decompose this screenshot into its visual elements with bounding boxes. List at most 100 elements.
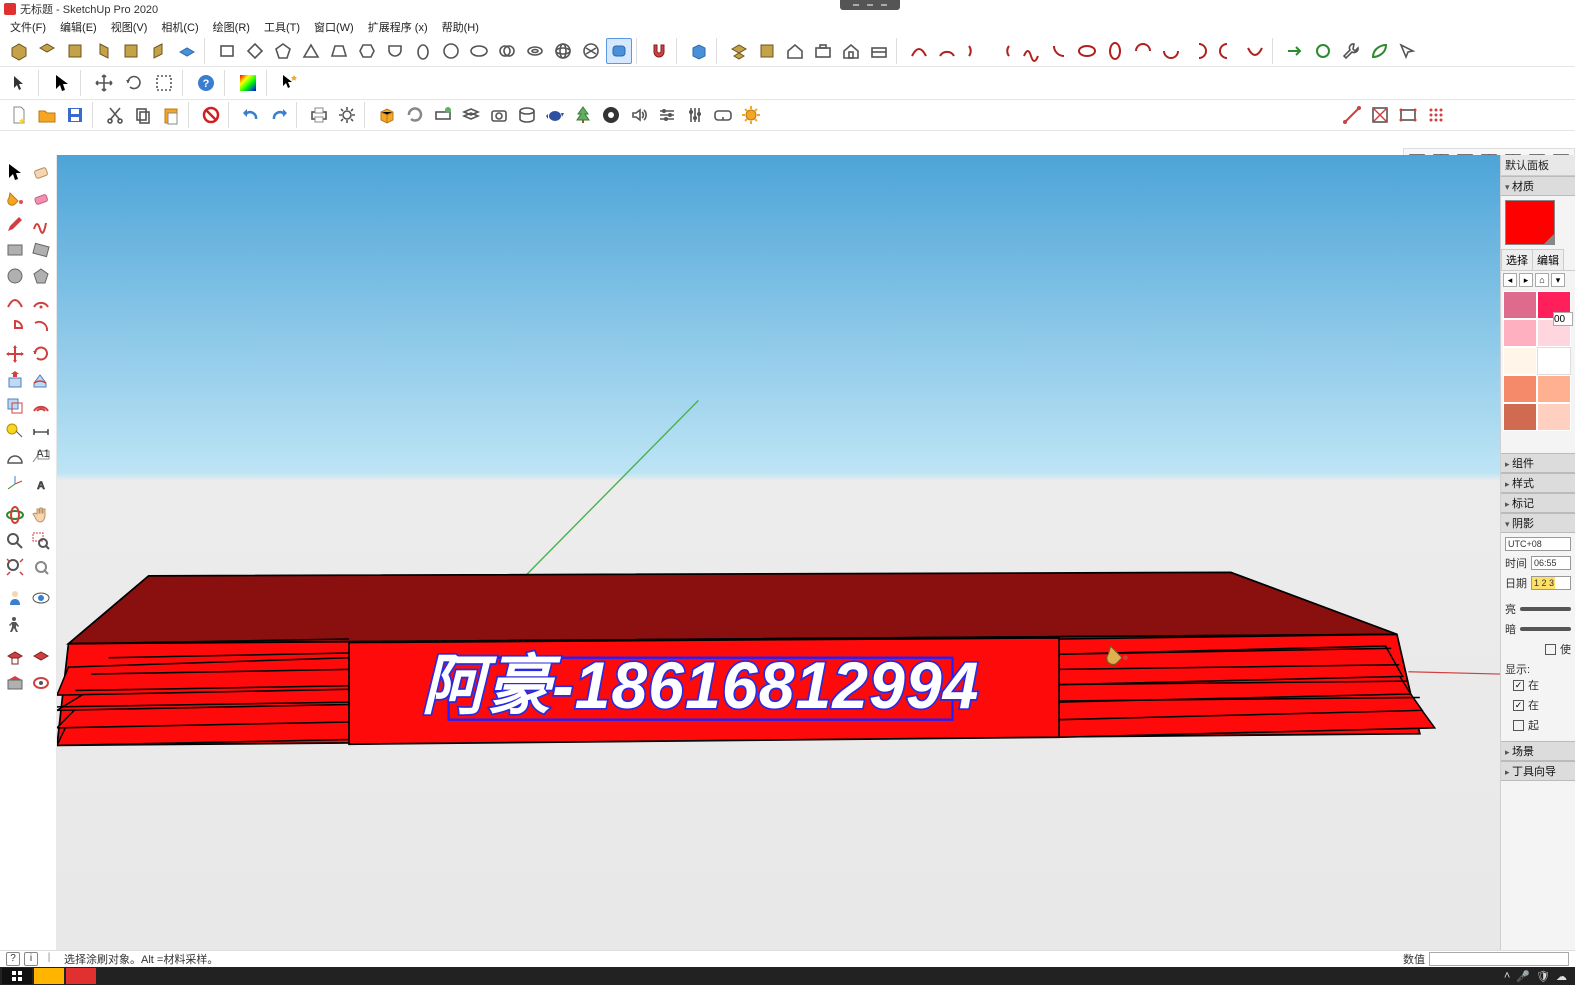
section-shadow[interactable]: 阴影 [1501, 513, 1575, 533]
zoom-icon[interactable] [2, 528, 27, 553]
tray-cloud-icon[interactable]: ☁ [1556, 970, 1567, 983]
teapot-icon[interactable] [542, 102, 568, 128]
shape-diamond-icon[interactable] [242, 38, 268, 64]
shape-torus-icon[interactable] [522, 38, 548, 64]
pencil-icon[interactable] [2, 211, 27, 236]
shape-hexagon-icon[interactable] [354, 38, 380, 64]
tree-icon[interactable] [570, 102, 596, 128]
leaf-icon[interactable] [1366, 38, 1392, 64]
arc8-icon[interactable] [1158, 38, 1184, 64]
zoom-prev-icon[interactable] [28, 554, 53, 579]
shadow-light-slider[interactable] [1520, 607, 1571, 611]
save-icon[interactable] [62, 102, 88, 128]
nav-back-icon[interactable]: ◂ [1503, 273, 1517, 287]
walk-icon[interactable] [2, 611, 27, 636]
3dtext-icon[interactable]: A [28, 471, 53, 496]
fill-icon[interactable] [754, 38, 780, 64]
circle-tool-icon[interactable] [2, 263, 27, 288]
shape-cup-icon[interactable] [382, 38, 408, 64]
arc3-tool-icon[interactable] [28, 315, 53, 340]
nav-fwd-icon[interactable]: ▸ [1519, 273, 1533, 287]
cb-use-sun[interactable] [1545, 644, 1556, 655]
cb-on-face[interactable] [1513, 680, 1524, 691]
shape-triangle-icon[interactable] [298, 38, 324, 64]
view-right-icon[interactable] [90, 38, 116, 64]
arc9-icon[interactable] [1186, 38, 1212, 64]
swatch[interactable] [1503, 347, 1537, 375]
rotate-tool-icon[interactable] [28, 341, 53, 366]
tray-chevron-icon[interactable]: ˄ [1504, 970, 1510, 982]
section-cut-icon[interactable] [2, 670, 27, 695]
redo-icon[interactable] [266, 102, 292, 128]
section-tag[interactable]: 标记 [1501, 493, 1575, 513]
refresh-icon[interactable] [402, 102, 428, 128]
disk-icon[interactable] [514, 102, 540, 128]
briefcase-icon[interactable] [810, 38, 836, 64]
arc-tool-icon[interactable] [2, 289, 27, 314]
view-left-icon[interactable] [146, 38, 172, 64]
start-button[interactable] [2, 968, 32, 984]
material-code-input[interactable] [1553, 312, 1573, 326]
sel-region-icon[interactable] [150, 69, 178, 97]
pie-tool-icon[interactable] [2, 315, 27, 340]
rotate-icon[interactable] [120, 69, 148, 97]
copy-icon[interactable] [130, 102, 156, 128]
section-display-icon[interactable] [28, 644, 53, 669]
window-controls[interactable] [840, 0, 900, 10]
section-icon[interactable] [2, 644, 27, 669]
render-print-icon[interactable] [430, 102, 456, 128]
swatch[interactable] [1537, 375, 1571, 403]
magnet-icon[interactable] [646, 38, 672, 64]
sliders-v-icon[interactable] [682, 102, 708, 128]
sound-icon[interactable] [626, 102, 652, 128]
sun-icon[interactable] [738, 102, 764, 128]
cb-on-ground[interactable] [1513, 700, 1524, 711]
section-fill-icon[interactable] [28, 670, 53, 695]
shadow-tz[interactable]: UTC+08 [1505, 537, 1571, 551]
taskbar-explorer-icon[interactable] [34, 968, 64, 984]
menu-window[interactable]: 窗口(W) [308, 18, 360, 36]
offset-tool-icon[interactable] [28, 393, 53, 418]
house2-icon[interactable] [838, 38, 864, 64]
swatch[interactable] [1503, 319, 1537, 347]
select-tool-icon[interactable] [2, 159, 27, 184]
pick-icon[interactable] [1394, 38, 1420, 64]
swatch[interactable] [1503, 403, 1537, 431]
delete-icon[interactable] [198, 102, 224, 128]
section-style[interactable]: 样式 [1501, 473, 1575, 493]
rect-tool-icon[interactable] [2, 237, 27, 262]
view-top-icon[interactable] [34, 38, 60, 64]
vr-icon[interactable] [710, 102, 736, 128]
new-file-icon[interactable] [6, 102, 32, 128]
menu-file[interactable]: 文件(F) [4, 18, 52, 36]
shape-ellipse-icon[interactable] [466, 38, 492, 64]
arc2-tool-icon[interactable] [28, 289, 53, 314]
shadow-dark-slider[interactable] [1520, 627, 1571, 631]
menu-extensions[interactable]: 扩展程序 (x) [362, 18, 434, 36]
sliders-h-icon[interactable] [654, 102, 680, 128]
cursor-star-icon[interactable] [276, 69, 304, 97]
arc11-icon[interactable] [1242, 38, 1268, 64]
line-diag-icon[interactable] [1339, 102, 1365, 128]
swatch[interactable] [1503, 291, 1537, 319]
arc3-icon[interactable] [962, 38, 988, 64]
camera-icon[interactable] [486, 102, 512, 128]
wrench-icon[interactable] [1338, 38, 1364, 64]
arc6-icon[interactable] [1046, 38, 1072, 64]
ring-icon[interactable] [1310, 38, 1336, 64]
eraser-icon[interactable] [28, 185, 53, 210]
oval2-icon[interactable] [1102, 38, 1128, 64]
select-small-icon[interactable] [6, 69, 34, 97]
menu-camera[interactable]: 相机(C) [155, 18, 204, 36]
pushpull-icon[interactable] [2, 367, 27, 392]
status-value-input[interactable] [1429, 952, 1569, 966]
house-icon[interactable] [782, 38, 808, 64]
swatch[interactable] [1537, 403, 1571, 431]
taskbar-sketchup-icon[interactable] [66, 968, 96, 984]
arc1-icon[interactable] [906, 38, 932, 64]
protractor-icon[interactable] [2, 445, 27, 470]
cb-from-edge[interactable] [1513, 720, 1524, 731]
grip-icon[interactable] [726, 38, 752, 64]
shadow-time[interactable]: 06:55 AM [1531, 556, 1571, 570]
aperture-icon[interactable] [598, 102, 624, 128]
